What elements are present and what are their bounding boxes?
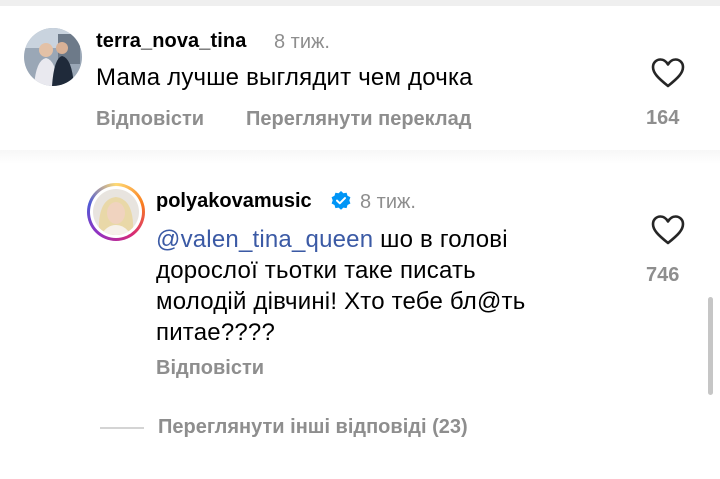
- mention-link[interactable]: @valen_tina_queen: [156, 226, 373, 253]
- view-more-replies-button[interactable]: Переглянути інші відповіді (23): [158, 416, 468, 439]
- comment-username[interactable]: polyakovamusic: [156, 190, 312, 213]
- comment-timestamp: 8 тиж.: [360, 191, 416, 213]
- avatar-photo: [24, 28, 82, 86]
- scrollbar[interactable]: [708, 297, 713, 395]
- avatar: [93, 189, 139, 235]
- heart-icon[interactable]: [650, 214, 686, 246]
- section-divider: [0, 150, 720, 164]
- replies-line: [100, 427, 144, 429]
- avatar-ring-gap: [90, 186, 142, 238]
- comment-timestamp: 8 тиж.: [274, 31, 330, 53]
- like-count: 164: [646, 107, 680, 129]
- avatar-photo: [93, 189, 139, 235]
- avatar-story-ring[interactable]: [87, 183, 145, 241]
- comment-text: Мама лучше выглядит чем дочка: [96, 64, 473, 91]
- view-translation-button[interactable]: Переглянути переклад: [246, 108, 471, 131]
- reply-button[interactable]: Відповісти: [156, 357, 264, 380]
- heart-icon[interactable]: [650, 57, 686, 89]
- comment-text: @valen_tina_queen шо в голові дорослої т…: [156, 224, 556, 348]
- reply-button[interactable]: Відповісти: [96, 108, 204, 131]
- comment-username[interactable]: terra_nova_tina: [96, 30, 246, 53]
- avatar[interactable]: [24, 28, 82, 86]
- top-separator: [0, 0, 720, 6]
- like-count: 746: [646, 264, 680, 286]
- verified-badge-icon: [330, 190, 352, 212]
